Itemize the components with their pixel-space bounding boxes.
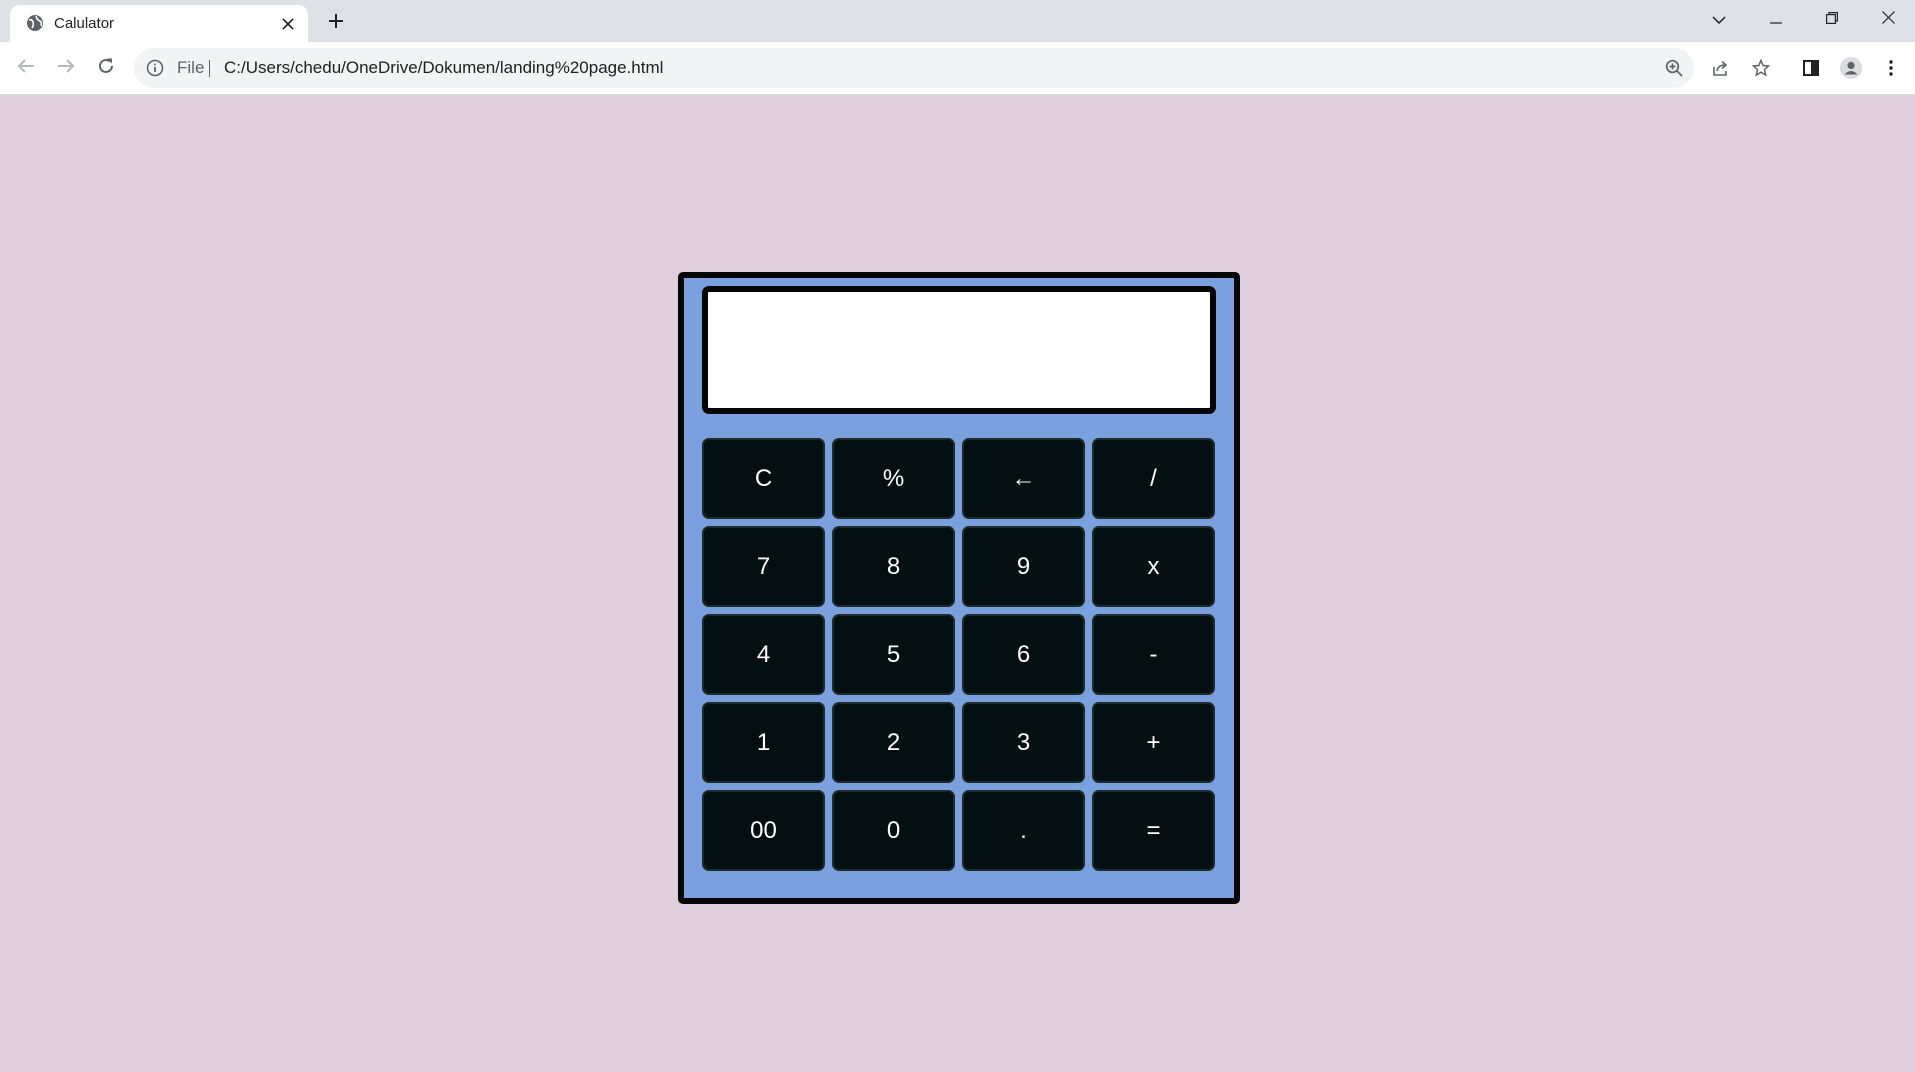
minimize-icon bbox=[1770, 11, 1782, 29]
digit-6-button[interactable]: 6 bbox=[962, 614, 1085, 695]
scheme-label: File bbox=[177, 58, 205, 77]
clear-button[interactable]: C bbox=[702, 438, 825, 519]
digit-1-button[interactable]: 1 bbox=[702, 702, 825, 783]
address-bar[interactable]: File C:/Users/chedu/OneDrive/Dokumen/lan… bbox=[134, 48, 1694, 88]
minimize-button[interactable] bbox=[1748, 0, 1804, 40]
chevron-down-icon bbox=[1712, 11, 1726, 29]
multiply-button[interactable]: x bbox=[1092, 526, 1215, 607]
tab-search-button[interactable] bbox=[1691, 0, 1747, 40]
url-text[interactable]: C:/Users/chedu/OneDrive/Dokumen/landing%… bbox=[224, 48, 663, 88]
digit-9-button[interactable]: 9 bbox=[962, 526, 1085, 607]
share-icon[interactable] bbox=[1707, 54, 1735, 82]
info-icon[interactable] bbox=[146, 59, 164, 77]
digit-5-button[interactable]: 5 bbox=[832, 614, 955, 695]
decimal-button[interactable]: . bbox=[962, 790, 1085, 871]
browser-tab[interactable]: Calulator bbox=[10, 5, 308, 42]
page-viewport: C % ← / 7 8 9 x 4 5 6 - 1 2 3 + 00 0 . = bbox=[0, 96, 1915, 1072]
divide-button[interactable]: / bbox=[1092, 438, 1215, 519]
digit-4-button[interactable]: 4 bbox=[702, 614, 825, 695]
subtract-button[interactable]: - bbox=[1092, 614, 1215, 695]
side-panel-icon[interactable] bbox=[1797, 54, 1825, 82]
restore-icon bbox=[1826, 11, 1838, 29]
equals-button[interactable]: = bbox=[1092, 790, 1215, 871]
calculator: C % ← / 7 8 9 x 4 5 6 - 1 2 3 + 00 0 . = bbox=[678, 272, 1240, 904]
restore-button[interactable] bbox=[1804, 0, 1860, 40]
window-close-button[interactable] bbox=[1860, 0, 1915, 40]
address-separator bbox=[209, 60, 210, 77]
globe-icon bbox=[26, 14, 44, 32]
reload-button[interactable] bbox=[92, 54, 120, 82]
add-button[interactable]: + bbox=[1092, 702, 1215, 783]
reload-icon bbox=[97, 57, 115, 80]
tab-title: Calulator bbox=[54, 15, 115, 32]
digit-2-button[interactable]: 2 bbox=[832, 702, 955, 783]
arrow-left-icon bbox=[17, 58, 35, 79]
arrow-right-icon bbox=[57, 58, 75, 79]
close-icon bbox=[1881, 11, 1895, 29]
digit-3-button[interactable]: 3 bbox=[962, 702, 1085, 783]
digit-0-button[interactable]: 0 bbox=[832, 790, 955, 871]
profile-icon[interactable] bbox=[1837, 54, 1865, 82]
percent-button[interactable]: % bbox=[832, 438, 955, 519]
back-button[interactable] bbox=[12, 54, 40, 82]
plus-icon bbox=[328, 13, 344, 34]
tab-strip: Calulator bbox=[0, 0, 1915, 42]
double-zero-button[interactable]: 00 bbox=[702, 790, 825, 871]
digit-8-button[interactable]: 8 bbox=[832, 526, 955, 607]
zoom-icon[interactable] bbox=[1663, 57, 1685, 79]
browser-toolbar: File C:/Users/chedu/OneDrive/Dokumen/lan… bbox=[0, 42, 1915, 95]
calculator-keypad: C % ← / 7 8 9 x 4 5 6 - 1 2 3 + 00 0 . = bbox=[702, 438, 1216, 871]
star-icon[interactable] bbox=[1747, 54, 1775, 82]
calculator-display[interactable] bbox=[702, 286, 1216, 414]
backspace-button[interactable]: ← bbox=[962, 438, 1085, 519]
digit-7-button[interactable]: 7 bbox=[702, 526, 825, 607]
new-tab-button[interactable] bbox=[322, 9, 350, 37]
forward-button[interactable] bbox=[52, 54, 80, 82]
close-icon[interactable] bbox=[278, 14, 298, 34]
more-vertical-icon[interactable] bbox=[1877, 54, 1905, 82]
